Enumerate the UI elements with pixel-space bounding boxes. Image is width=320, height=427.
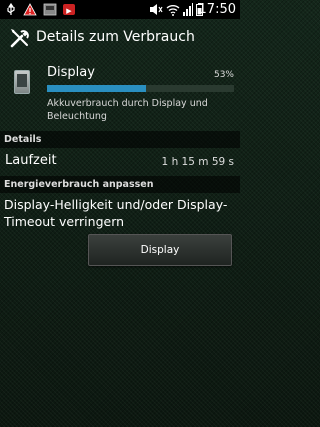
section-header-details: Details (0, 131, 240, 148)
display-usage-percent: 53% (213, 70, 234, 80)
display-item-label: Display (47, 65, 95, 80)
page-title: Details zum Verbrauch (36, 29, 195, 45)
display-settings-button[interactable]: Display (88, 234, 232, 266)
signal-icon (183, 3, 193, 16)
display-item-description: Akkuverbrauch durch Display und Beleucht… (47, 98, 208, 122)
usb-icon (5, 2, 17, 16)
wifi-icon (166, 3, 180, 16)
usage-bar (47, 85, 234, 92)
usage-bar-fill (47, 85, 147, 92)
sd-card-icon (43, 3, 57, 16)
svg-text:▶: ▶ (66, 7, 72, 15)
tools-icon (9, 27, 31, 49)
mute-icon (149, 3, 163, 16)
app-notification-icon: ▶ (62, 3, 76, 16)
phone-display-icon (14, 70, 30, 94)
display-usage-row[interactable]: Display 53% Akkuverbrauch durch Display … (0, 56, 240, 128)
section-header-energy: Energieverbrauch anpassen (0, 176, 240, 193)
status-bar: ▶ 17:50 (0, 0, 240, 19)
status-time: 17:50 (198, 2, 236, 17)
energy-tip-text: Display-Helligkeit und/oder Display-Time… (4, 197, 228, 229)
runtime-label: Laufzeit (5, 153, 57, 168)
runtime-value: 1 h 15 m 59 s (161, 156, 234, 168)
warning-icon (23, 3, 37, 16)
title-bar: Details zum Verbrauch (0, 19, 240, 56)
